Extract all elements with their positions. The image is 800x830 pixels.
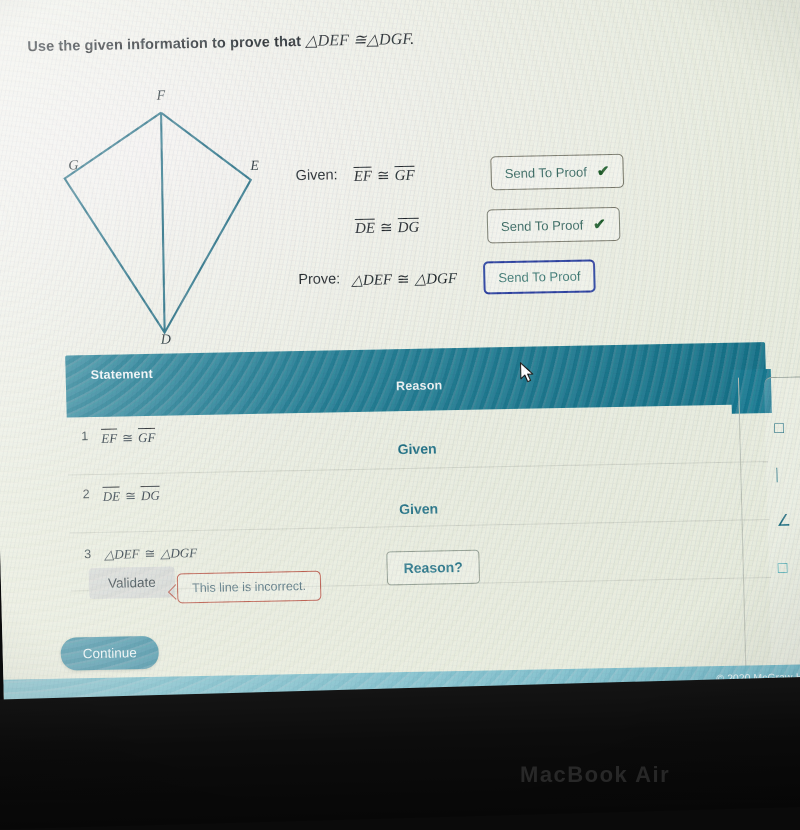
kite-outline: [63, 111, 253, 335]
given-row-1: Given: EF ≅ GF Send To Proof ✔: [295, 153, 646, 210]
check-icon: ✔: [592, 216, 606, 234]
square-icon[interactable]: □: [774, 420, 784, 438]
segment-ef: EF: [101, 428, 118, 447]
segment-dg: DG: [397, 217, 420, 238]
congruent-symbol: ≅: [376, 168, 390, 185]
send-to-proof-label: Send To Proof: [498, 268, 581, 286]
segment-fd: [160, 112, 166, 333]
error-callout: This line is incorrect.: [176, 570, 322, 604]
kite-diagram-svg: [63, 111, 253, 335]
prompt-congruent: ≅: [352, 31, 367, 49]
row-reason[interactable]: Given: [397, 440, 436, 457]
given-statement-1: EF ≅ GF: [353, 165, 415, 186]
laptop-screen: Use the given information to prove that …: [0, 0, 800, 714]
column-header-statement: Statement: [90, 366, 154, 383]
angle-icon[interactable]: ∠: [776, 511, 791, 531]
segment-de: DE: [354, 218, 376, 238]
column-header-reason: Reason: [395, 378, 443, 394]
vertex-label-f: F: [156, 88, 166, 104]
row-number: 2: [82, 487, 90, 502]
congruent-symbol: ≅: [379, 220, 393, 237]
segment-de: DE: [102, 486, 121, 505]
row-statement: △DEF ≅ △DGF: [104, 545, 197, 563]
given-prove-block: Given: EF ≅ GF Send To Proof ✔ DE ≅ DG Send …: [295, 153, 649, 310]
congruent-symbol: ≅: [396, 271, 410, 289]
check-icon: ✔: [596, 163, 610, 181]
segment-gf: GF: [394, 165, 415, 186]
prove-statement: △DEF ≅ △DGF: [351, 269, 457, 290]
laptop-bezel: [0, 675, 800, 830]
given-row-2: DE ≅ DG Send To Proof ✔: [297, 203, 648, 260]
triangle-def: △DEF: [104, 546, 140, 562]
triangle-dgf: △DGF: [414, 271, 458, 288]
triangle-dgf: △DGF: [160, 545, 198, 561]
congruent-symbol: ≅: [124, 488, 137, 504]
given-statement-2: DE ≅ DG: [354, 217, 420, 238]
continue-button[interactable]: Continue: [60, 635, 160, 671]
given-label: Given:: [295, 167, 338, 185]
proof-table: Statement Reason 1 EF ≅ GF Given 2 DE ≅ DG G…: [65, 342, 772, 592]
reason-prompt-button[interactable]: Reason?: [386, 549, 481, 586]
prove-row: Prove: △DEF ≅ △DGF Send To Proof: [298, 253, 649, 310]
prompt-period: .: [409, 30, 415, 48]
send-to-proof-button-1[interactable]: Send To Proof ✔: [490, 153, 624, 191]
congruent-symbol: ≅: [121, 430, 134, 446]
validate-button[interactable]: Validate: [88, 566, 176, 600]
send-to-proof-button-2[interactable]: Send To Proof ✔: [486, 206, 621, 244]
triangle-def: △DEF: [351, 272, 393, 290]
mouse-cursor-icon: [519, 362, 534, 383]
congruent-symbol: ≅: [144, 545, 156, 562]
laptop-photo: Use the given information to prove that …: [0, 0, 800, 830]
send-to-proof-label: Send To Proof: [500, 217, 584, 234]
prove-label: Prove:: [298, 271, 341, 289]
vertex-label-e: E: [250, 158, 260, 174]
vertex-label-d: D: [160, 332, 172, 348]
row-statement: DE ≅ DG: [102, 485, 160, 505]
send-to-proof-button-3[interactable]: Send To Proof: [482, 259, 596, 295]
square-icon[interactable]: □: [778, 560, 788, 578]
row-reason[interactable]: Given: [399, 500, 438, 517]
device-brand-label: MacBook Air: [520, 762, 671, 787]
row-number: 3: [84, 547, 92, 562]
segment-ef: EF: [353, 166, 373, 186]
vertex-label-g: G: [68, 158, 79, 174]
bar-icon[interactable]: |: [775, 466, 779, 484]
row-number: 1: [81, 429, 89, 444]
segment-gf: GF: [137, 427, 156, 447]
prompt-triangle-2: △DGF: [366, 30, 411, 49]
send-to-proof-label: Send To Proof: [504, 163, 588, 181]
row-statement: EF ≅ GF: [101, 427, 156, 447]
prompt-triangle-1: △DEF: [305, 32, 350, 50]
segment-dg: DG: [140, 485, 160, 505]
geometry-figure: F G E D: [49, 88, 285, 348]
